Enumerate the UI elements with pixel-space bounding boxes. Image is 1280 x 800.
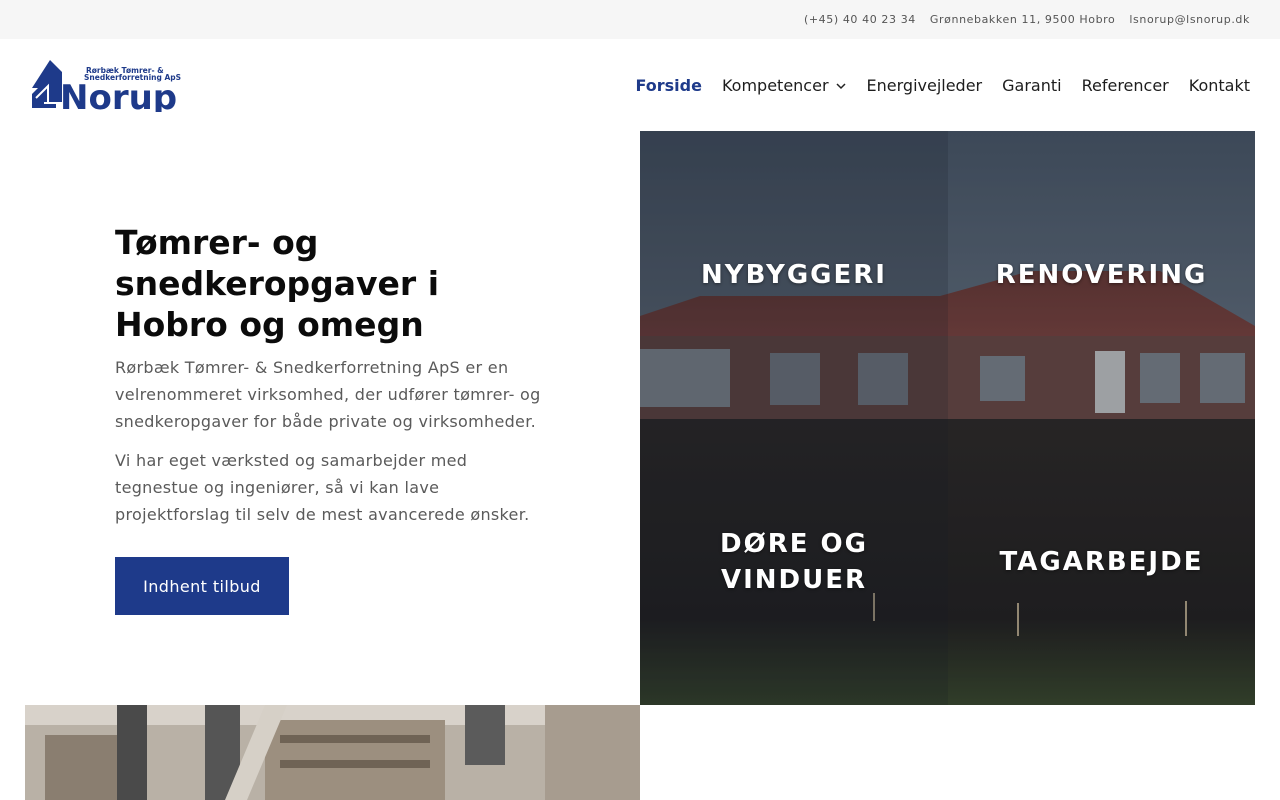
nav-item-forside[interactable]: Forside — [635, 76, 701, 95]
contact-info: (+45) 40 40 23 34 Grønnebakken 11, 9500 … — [804, 13, 1250, 26]
service-tile-renovering[interactable]: RENOVERING — [948, 131, 1255, 418]
nav-item-label: Kompetencer — [721, 76, 829, 95]
request-quote-button[interactable]: Indhent tilbud — [115, 557, 289, 615]
nav-item-energivejleder[interactable]: Energivejleder — [867, 76, 983, 95]
company-logo[interactable]: Rørbæk Tømrer- & Snedkerforretning ApS N… — [30, 58, 196, 118]
nav-item-garanti[interactable]: Garanti — [1002, 76, 1061, 95]
service-tile-label: RENOVERING — [995, 259, 1208, 290]
nav-item-kompetencer[interactable]: Kompetencer — [722, 76, 847, 95]
workshop-photo-graphic — [25, 705, 640, 800]
phone-link[interactable]: (+45) 40 40 23 34 — [804, 13, 916, 26]
address-text: Grønnebakken 11, 9500 Hobro — [929, 13, 1116, 26]
workshop-photo — [25, 705, 640, 800]
chevron-down-icon — [835, 82, 846, 89]
email-link[interactable]: lsnorup@lsnorup.dk — [1129, 13, 1250, 26]
nav-item-kontakt[interactable]: Kontakt — [1189, 76, 1250, 95]
service-tile-label: TAGARBEJDE — [999, 546, 1204, 577]
nav-item-referencer[interactable]: Referencer — [1082, 76, 1169, 95]
logo-wordmark: Norup — [60, 78, 177, 112]
hero-workshop-paragraph: Vi har eget værksted og samarbejder med … — [115, 451, 530, 524]
main-navigation: Forside Kompetencer Energivejleder Garan… — [635, 76, 1250, 95]
service-tile-doere-og-vinduer[interactable]: DØRE OG VINDUER — [640, 418, 948, 705]
hero-intro-paragraph: Rørbæk Tømrer- & Snedkerforretning ApS e… — [115, 358, 541, 431]
service-tile-label: NYBYGGERI — [701, 259, 887, 290]
service-tile-tagarbejde[interactable]: TAGARBEJDE — [948, 418, 1255, 705]
top-info-bar: (+45) 40 40 23 34 Grønnebakken 11, 9500 … — [0, 0, 1280, 39]
services-grid: NYBYGGERI RENOVERING DØRE OG VINDUER TAG… — [640, 131, 1255, 705]
service-tile-label: DØRE OG VINDUER — [720, 528, 868, 595]
logo-graphic: Rørbæk Tømrer- & Snedkerforretning ApS N… — [32, 60, 181, 118]
hero-title: Tømrer- og snedkeropgaver i Hobro og ome… — [115, 223, 440, 344]
service-tile-nybyggeri[interactable]: NYBYGGERI — [640, 131, 948, 418]
